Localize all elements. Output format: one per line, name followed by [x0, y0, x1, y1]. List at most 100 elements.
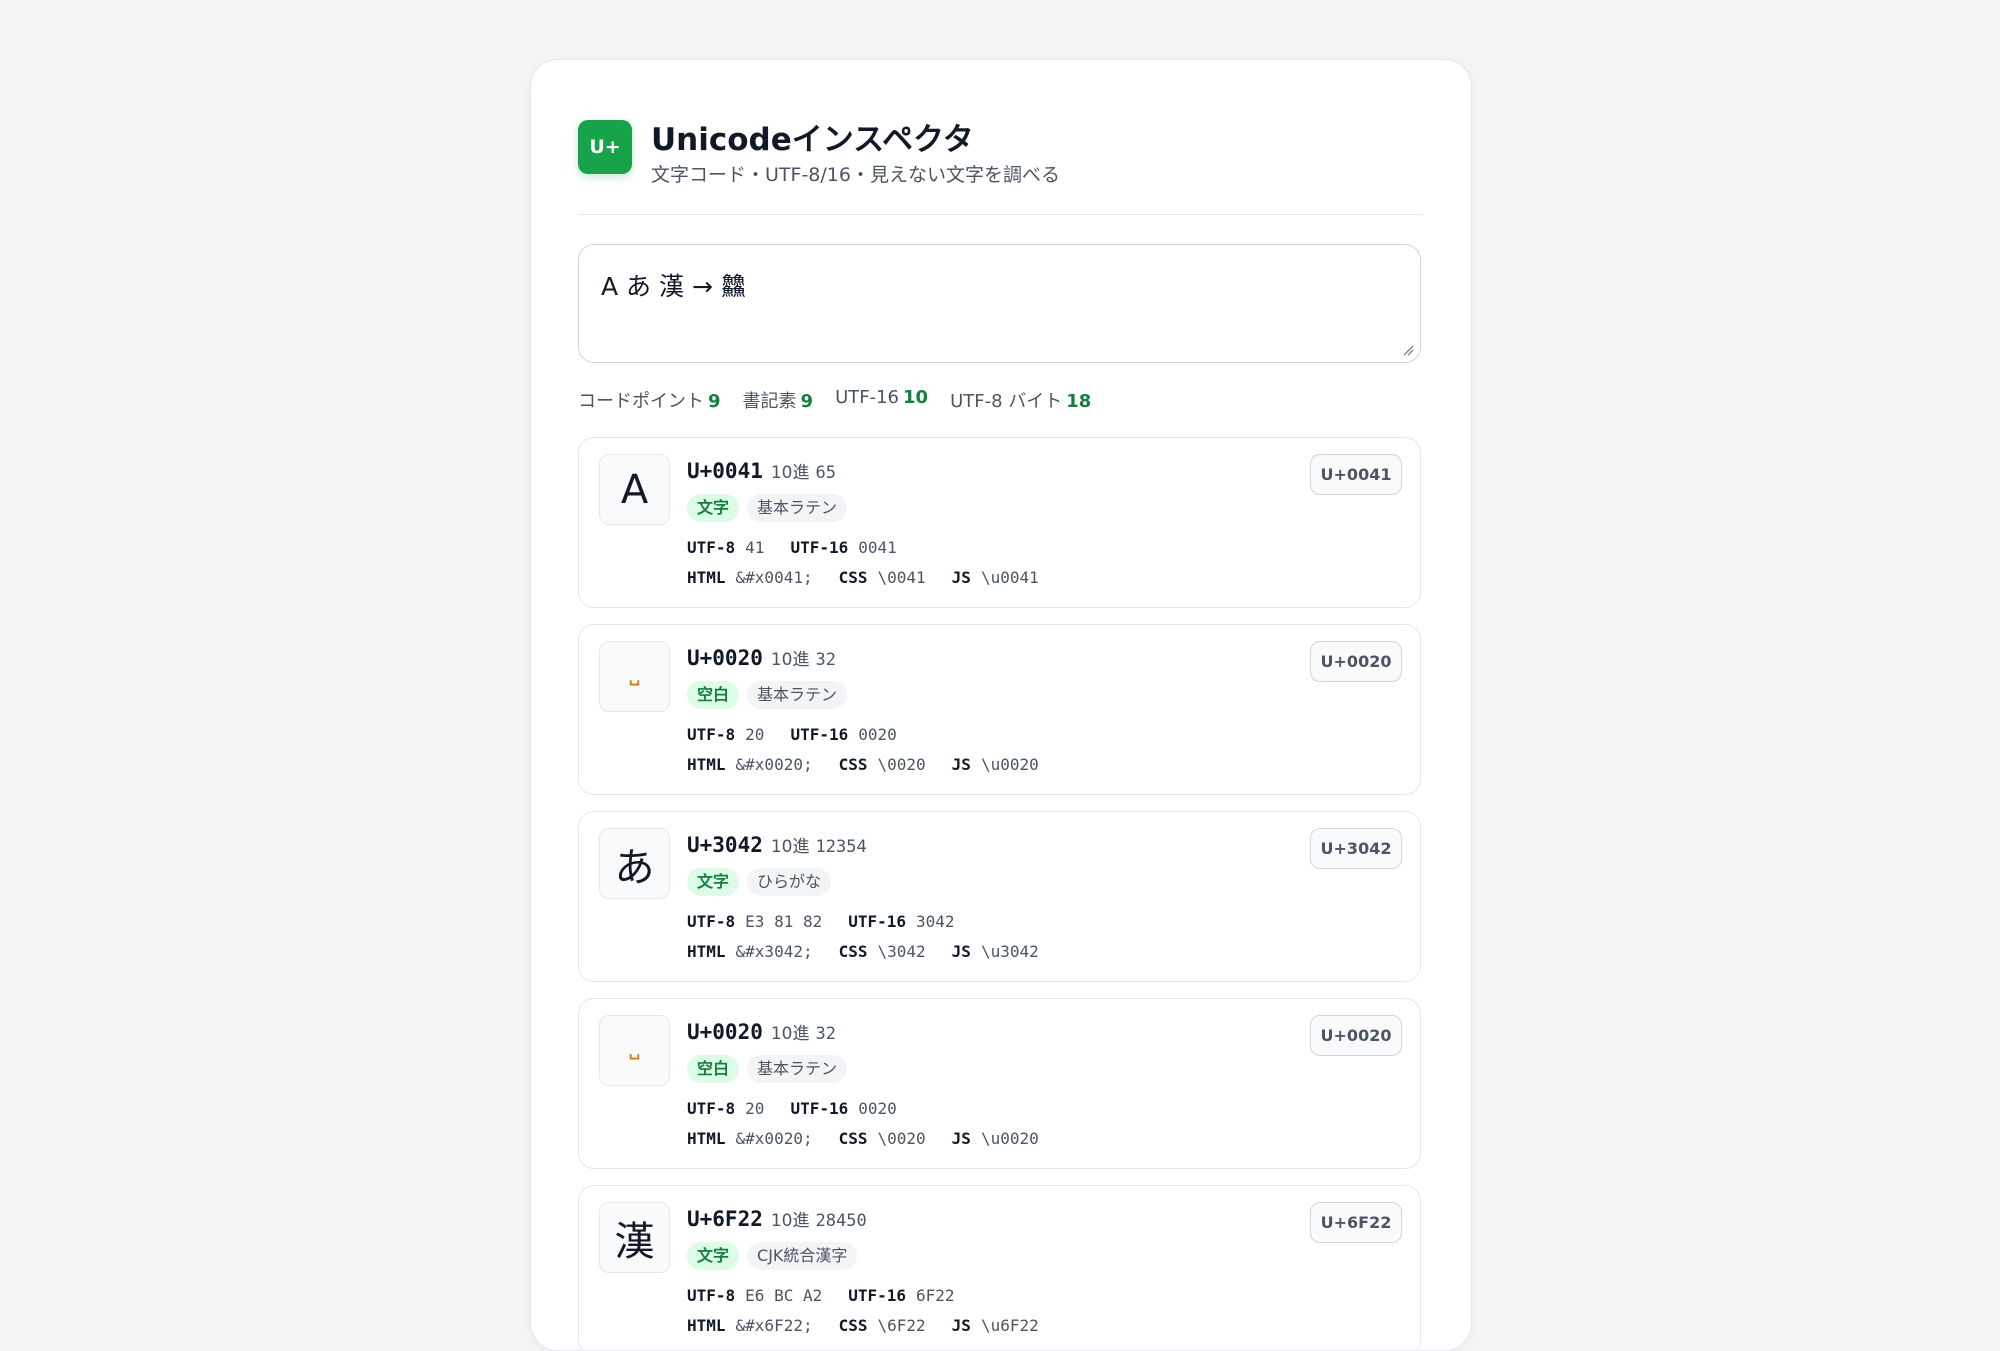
stats-bar: コードポイント 9 書記素 9 UTF-16 10 UTF-8 バイト 18: [578, 387, 1091, 413]
decimal-label: 10進: [770, 1211, 810, 1231]
char-glyph: あ: [599, 828, 670, 899]
js-field: JS \u6F22: [951, 1316, 1039, 1335]
utf16-value: 0020: [858, 725, 897, 744]
html-value: &#x0020;: [735, 755, 813, 774]
css-value: \0041: [877, 568, 926, 587]
codepoint-line: U+3042 10進 12354: [687, 832, 867, 857]
kind-badge: 空白: [687, 1055, 740, 1083]
codepoint-line: U+6F22 10進 28450: [687, 1206, 867, 1231]
css-field: CSS \3042: [838, 942, 926, 961]
css-field: CSS \0041: [838, 568, 926, 587]
decimal-value: 12354: [815, 837, 867, 857]
utf16-value: 0020: [858, 1099, 897, 1118]
html-value: &#x3042;: [735, 942, 813, 961]
utf16-value: 0041: [858, 538, 897, 557]
css-value: \0020: [877, 755, 926, 774]
decimal-value: 32: [815, 650, 836, 670]
encoding-row-1: UTF-8 20 UTF-16 0020: [687, 725, 897, 744]
copy-codepoint-button[interactable]: U+6F22: [1310, 1202, 1402, 1243]
codepoint-line: U+0020 10進 32: [687, 645, 836, 670]
css-value: \6F22: [877, 1316, 926, 1335]
js-value: \u0041: [980, 568, 1039, 587]
utf8-value: 20: [745, 1099, 765, 1118]
utf8-field: UTF-8 E6 BC A2: [687, 1286, 823, 1305]
utf8-value: E3 81 82: [745, 912, 823, 931]
html-value: &#x6F22;: [735, 1316, 813, 1335]
codepoint: U+0020: [687, 1020, 763, 1044]
tag-list: 空白 基本ラテン: [687, 681, 848, 709]
char-glyph: 漢: [599, 1202, 670, 1273]
css-field: CSS \6F22: [838, 1316, 926, 1335]
css-field: CSS \0020: [838, 755, 926, 774]
utf16-field: UTF-16 6F22: [848, 1286, 955, 1305]
utf8-value: 20: [745, 725, 765, 744]
resize-handle-icon[interactable]: [1402, 344, 1414, 356]
utf16-value: 3042: [916, 912, 955, 931]
utf16-field: UTF-16 0020: [790, 1099, 897, 1118]
copy-codepoint-button[interactable]: U+3042: [1310, 828, 1402, 869]
js-value: \u0020: [980, 1129, 1039, 1148]
decimal-value: 65: [815, 463, 836, 483]
codepoint: U+0041: [687, 459, 763, 483]
html-field: HTML &#x0020;: [687, 1129, 813, 1148]
html-field: HTML &#x6F22;: [687, 1316, 813, 1335]
copy-codepoint-button[interactable]: U+0041: [1310, 454, 1402, 495]
encoding-row-2: HTML &#x6F22; CSS \6F22 JS \u6F22: [687, 1316, 1039, 1335]
stat-utf16: UTF-16 10: [835, 387, 929, 408]
utf16-field: UTF-16 3042: [848, 912, 955, 931]
tag-list: 文字 基本ラテン: [687, 494, 848, 522]
encoding-row-2: HTML &#x0020; CSS \0020 JS \u0020: [687, 1129, 1039, 1148]
decimal-label: 10進: [770, 463, 810, 483]
char-card: 漢 U+6F22 10進 28450 文字 CJK統合漢字 UTF-8 E6 BC A2 UTF…: [578, 1185, 1421, 1350]
char-card: A U+0041 10進 65 文字 基本ラテン UTF-8 41 UTF-16 0041 HTML…: [578, 437, 1421, 608]
js-value: \u3042: [980, 942, 1039, 961]
encoding-row-1: UTF-8 41 UTF-16 0041: [687, 538, 897, 557]
encoding-row-1: UTF-8 E3 81 82 UTF-16 3042: [687, 912, 955, 931]
text-input-value: A あ 漢 → 䲜: [601, 272, 746, 301]
tag-list: 文字 ひらがな: [687, 868, 832, 896]
text-input[interactable]: A あ 漢 → 䲜: [578, 244, 1421, 363]
inspector-panel: U+ Unicodeインスペクタ 文字コード・UTF-8/16・見えない文字を調…: [530, 59, 1472, 1351]
block-badge: 基本ラテン: [747, 681, 848, 709]
encoding-row-1: UTF-8 E6 BC A2 UTF-16 6F22: [687, 1286, 955, 1305]
decimal-label: 10進: [770, 837, 810, 857]
html-value: &#x0020;: [735, 1129, 813, 1148]
js-field: JS \u3042: [951, 942, 1039, 961]
encoding-row-2: HTML &#x3042; CSS \3042 JS \u3042: [687, 942, 1039, 961]
decimal-value: 28450: [815, 1211, 867, 1231]
css-value: \3042: [877, 942, 926, 961]
js-field: JS \u0041: [951, 568, 1039, 587]
copy-codepoint-button[interactable]: U+0020: [1310, 641, 1402, 682]
codepoint-line: U+0020 10進 32: [687, 1019, 836, 1044]
block-badge: ひらがな: [747, 868, 832, 896]
css-field: CSS \0020: [838, 1129, 926, 1148]
header-divider: [578, 214, 1423, 215]
html-field: HTML &#x3042;: [687, 942, 813, 961]
utf8-field: UTF-8 E3 81 82: [687, 912, 823, 931]
char-glyph: A: [599, 454, 670, 525]
html-field: HTML &#x0020;: [687, 755, 813, 774]
utf8-field: UTF-8 20: [687, 1099, 765, 1118]
utf8-field: UTF-8 41: [687, 538, 765, 557]
html-value: &#x0041;: [735, 568, 813, 587]
kind-badge: 文字: [687, 494, 740, 522]
js-value: \u0020: [980, 755, 1039, 774]
encoding-row-1: UTF-8 20 UTF-16 0020: [687, 1099, 897, 1118]
block-badge: CJK統合漢字: [747, 1242, 858, 1270]
js-value: \u6F22: [980, 1316, 1039, 1335]
char-glyph: ␣: [599, 641, 670, 712]
block-badge: 基本ラテン: [747, 1055, 848, 1083]
html-field: HTML &#x0041;: [687, 568, 813, 587]
char-card: ␣ U+0020 10進 32 空白 基本ラテン UTF-8 20 UTF-16 0020 HTML…: [578, 624, 1421, 795]
tag-list: 文字 CJK統合漢字: [687, 1242, 858, 1270]
encoding-row-2: HTML &#x0020; CSS \0020 JS \u0020: [687, 755, 1039, 774]
encoding-row-2: HTML &#x0041; CSS \0041 JS \u0041: [687, 568, 1039, 587]
decimal-label: 10進: [770, 1024, 810, 1044]
decimal-value: 32: [815, 1024, 836, 1044]
decimal-label: 10進: [770, 650, 810, 670]
tag-list: 空白 基本ラテン: [687, 1055, 848, 1083]
copy-codepoint-button[interactable]: U+0020: [1310, 1015, 1402, 1056]
utf8-value: E6 BC A2: [745, 1286, 823, 1305]
codepoint-line: U+0041 10進 65: [687, 458, 836, 483]
kind-badge: 空白: [687, 681, 740, 709]
